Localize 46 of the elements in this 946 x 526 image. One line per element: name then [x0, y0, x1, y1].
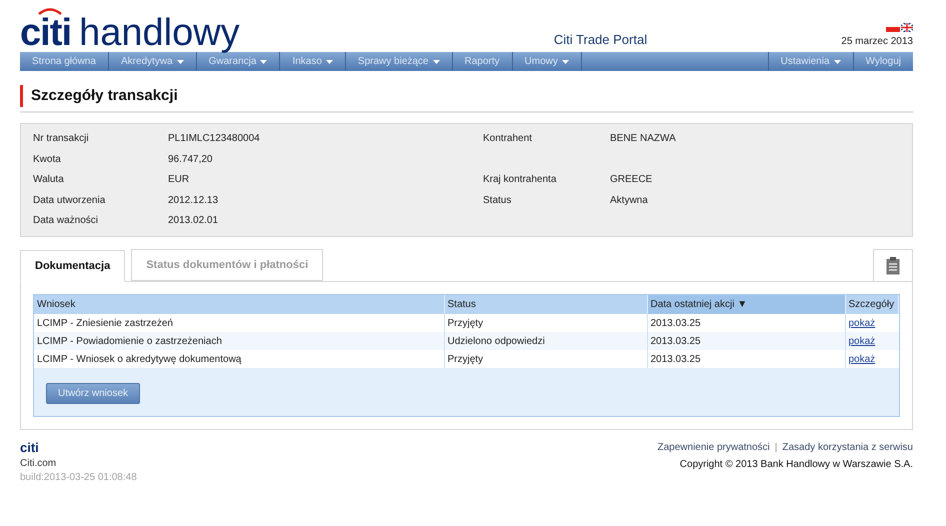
field-label: Status — [483, 194, 512, 208]
privacy-link[interactable]: Zapewnienie prywatności — [658, 440, 770, 455]
footer-logo: citi — [20, 440, 40, 455]
table-cell: Przyjęty — [444, 350, 647, 368]
terms-link[interactable]: Zasady korzystania z serwisu — [782, 440, 913, 455]
field-label: Nr transakcji — [33, 132, 90, 146]
table-cell: LCIMP - Zniesienie zastrzeżeń — [34, 314, 444, 332]
table-cell: LCIMP - Wniosek o akredytywę dokumentową — [34, 350, 444, 368]
field-label: Kontrahent — [483, 132, 533, 146]
table-cell: Przyjęty — [444, 314, 647, 332]
field-value: Aktywna — [610, 194, 648, 208]
table-cell: Udzielono odpowiedzi — [444, 332, 647, 350]
field-label: Waluta — [33, 173, 65, 188]
show-link[interactable]: pokaż — [848, 354, 876, 364]
table-cell: 2013.03.25 — [647, 314, 845, 332]
field-label: Data utworzenia — [33, 194, 106, 208]
field-value: BENE NAZWA — [610, 132, 676, 146]
build-info: build:2013-03-25 01:08:48 — [20, 471, 137, 484]
logo-arc-icon — [38, 8, 62, 15]
field-label: Data ważności — [33, 214, 100, 228]
table-cell: 2013.03.25 — [647, 332, 845, 350]
logo-brand: citi — [20, 17, 72, 49]
portal-title: Citi Trade Portal — [554, 30, 648, 48]
table-cell: 2013.03.25 — [647, 350, 845, 368]
field-value: 2013.02.01 — [168, 214, 220, 228]
current-date: 25 marzec 2013 — [841, 35, 913, 49]
column-header[interactable]: Data ostatniej akcji ▼ — [647, 295, 845, 314]
clipboard-button[interactable] — [873, 249, 913, 281]
field-value: 2012.12.13 — [168, 194, 220, 208]
table-cell: LCIMP - Powiadomienie o zastrzeżeniach — [34, 332, 444, 350]
field-value: GREECE — [610, 173, 652, 188]
field-label: Kraj kontrahenta — [483, 173, 558, 188]
link-separator: | — [774, 441, 778, 455]
page-title: Szczegóły transakcji — [31, 86, 178, 106]
field-value: EUR — [168, 173, 190, 188]
tab[interactable]: Dokumentacja — [20, 250, 126, 282]
copyright-text: Copyright © 2013 Bank Handlowy w Warszawie S.A. — [680, 458, 913, 472]
field-label: Kwota — [33, 152, 62, 167]
show-link[interactable]: pokaż — [848, 318, 876, 328]
show-link[interactable]: pokaż — [848, 336, 876, 346]
field-value: PL1IMLC123480004 — [168, 132, 261, 146]
site-link[interactable]: Citi.com — [20, 457, 137, 471]
title-accent-bar — [20, 85, 23, 108]
field-value: 96.747,20 — [168, 152, 214, 167]
uk-flag-icon[interactable] — [901, 23, 913, 32]
clipboard-icon — [886, 256, 900, 274]
